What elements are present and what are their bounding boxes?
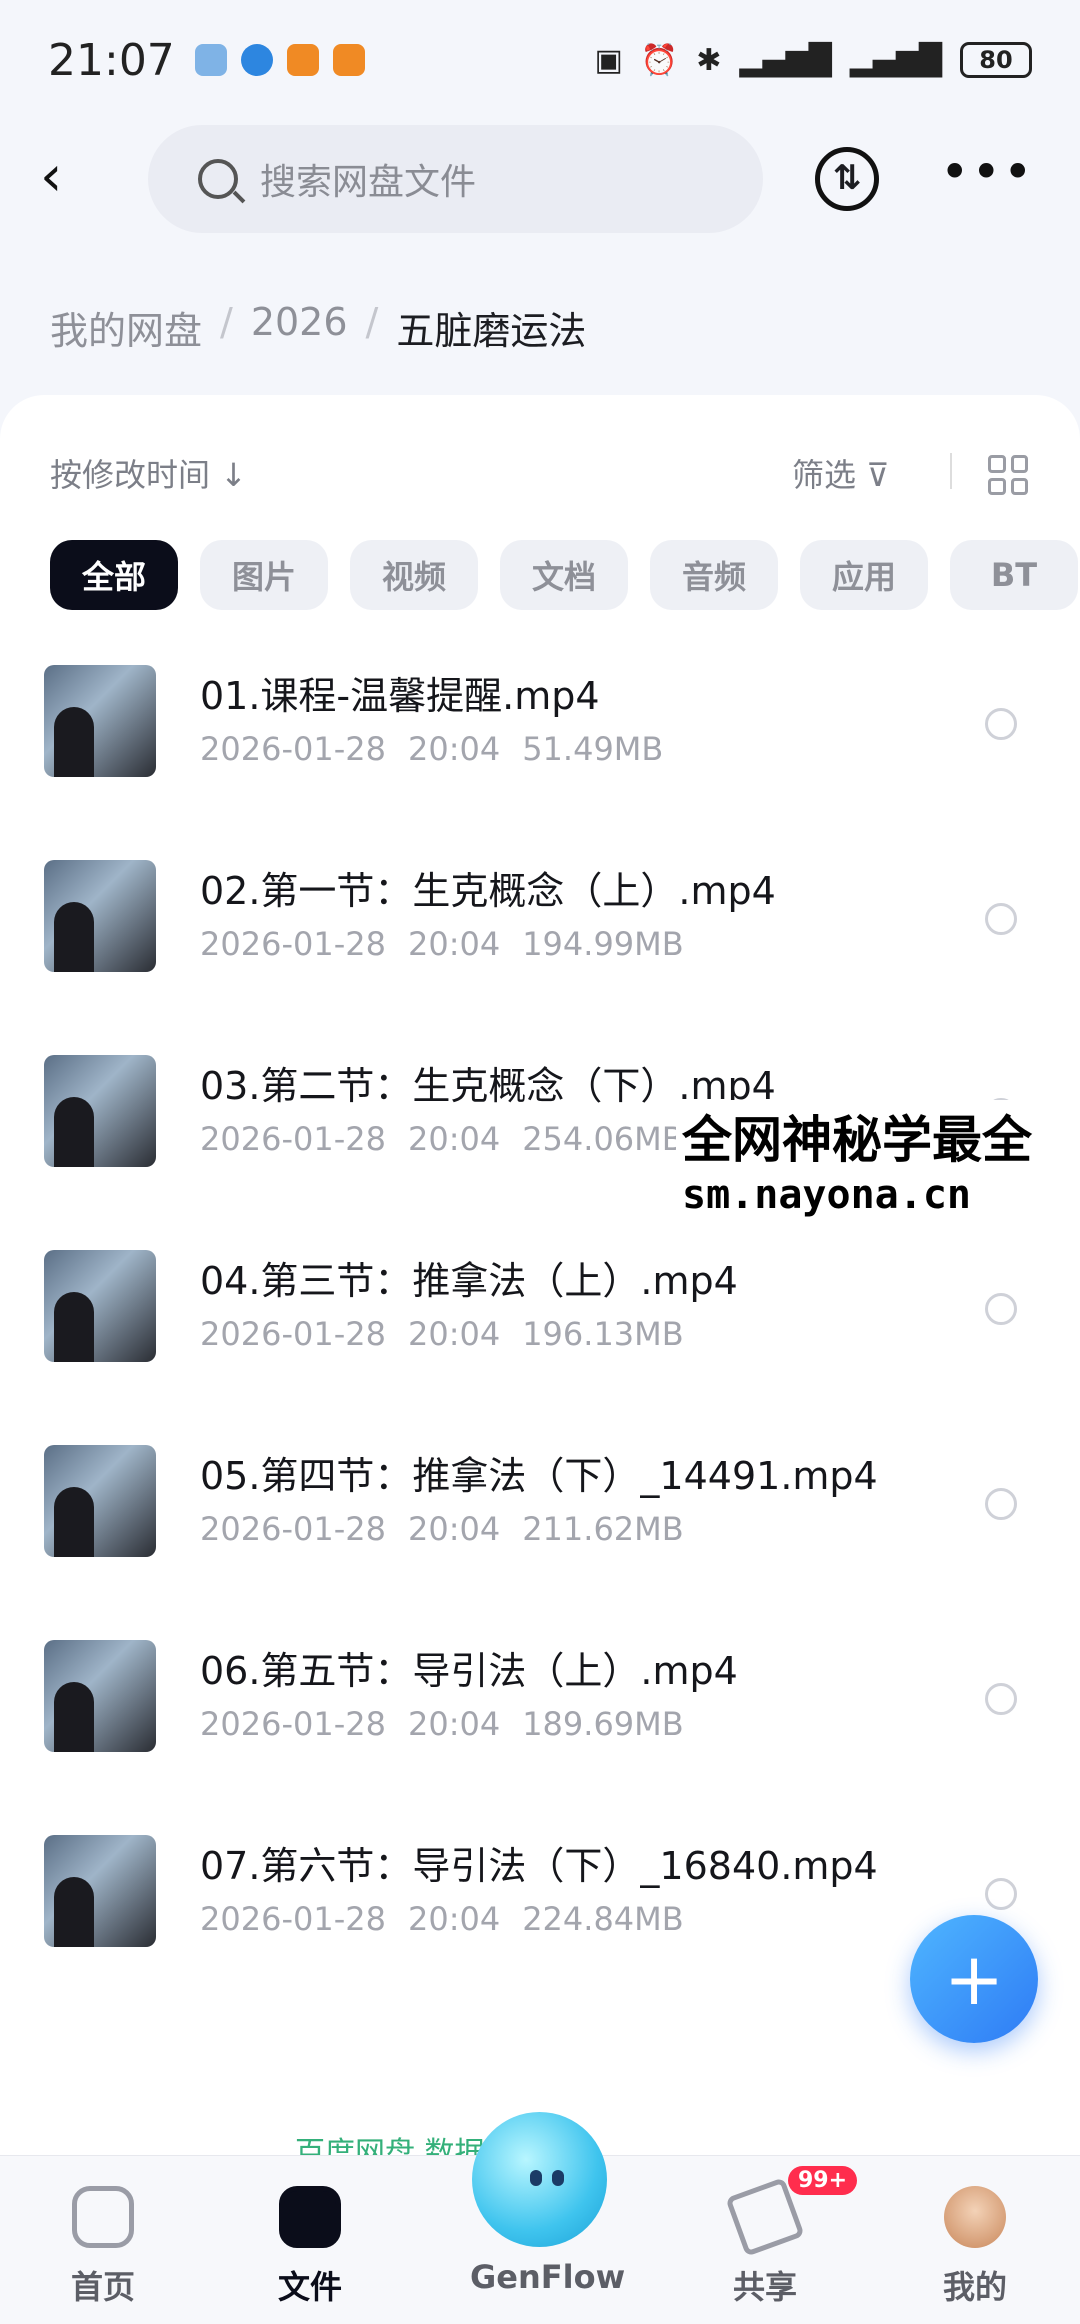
status-time: 21:07: [48, 34, 175, 86]
tab-label: 首页: [70, 2268, 135, 2306]
status-bar: 21:07 ▣ ⏰ ✱ ▂▄▆█ ▂▄▆█ 80: [0, 0, 1080, 120]
select-radio[interactable]: [985, 1488, 1017, 1520]
file-meta: 2026-01-28 20:04 224.84MB: [200, 1900, 684, 1938]
select-radio[interactable]: [985, 1293, 1017, 1325]
tab-share[interactable]: 共享: [690, 2177, 840, 2308]
app-notification-icon: [286, 44, 319, 76]
search-icon: [198, 159, 238, 199]
file-name: 05.第四节：推拿法（下）_14491.mp4: [200, 1454, 878, 1498]
chip-apps[interactable]: 应用: [800, 540, 928, 610]
filter-icon: ⊽: [866, 456, 890, 494]
file-meta: 2026-01-28 20:04 211.62MB: [200, 1510, 684, 1548]
battery-indicator: 80: [960, 42, 1032, 78]
share-badge: 99+: [788, 2166, 858, 2195]
file-row[interactable]: 04.第三节：推拿法（上）.mp4 2026-01-28 20:04 196.13M…: [0, 1245, 1080, 1440]
video-thumbnail: [44, 665, 156, 777]
breadcrumb-current: 五脏磨运法: [396, 309, 587, 353]
tab-files[interactable]: 文件: [235, 2186, 385, 2308]
video-thumbnail: [44, 1640, 156, 1752]
file-name: 04.第三节：推拿法（上）.mp4: [200, 1259, 738, 1303]
chip-images[interactable]: 图片: [200, 540, 328, 610]
signal-icon: ▂▄▆█: [739, 42, 832, 78]
watermark-overlay: 全网神秘学最全 sm.nayona.cn: [676, 1100, 1038, 1218]
file-name: 06.第五节：导引法（上）.mp4: [200, 1649, 738, 1693]
file-name: 01.课程-温馨提醒.mp4: [200, 674, 600, 718]
genflow-icon[interactable]: [472, 2112, 607, 2247]
app-notification-icon: [194, 44, 227, 76]
file-panel: 按修改时间 ↓ 筛选 ⊽ 全部 图片 视频 文档 音频 应用 BT 01.课程-…: [0, 395, 1080, 2155]
system-status: ▣ ⏰ ✱ ▂▄▆█ ▂▄▆█ 80: [595, 42, 1032, 78]
tab-label: 我的: [942, 2268, 1007, 2306]
watermark-line2: sm.nayona.cn: [682, 1172, 971, 1218]
grid-view-icon[interactable]: [988, 455, 1028, 495]
chip-videos[interactable]: 视频: [350, 540, 478, 610]
more-menu-icon[interactable]: •••: [940, 143, 1034, 201]
signal-icon: ▂▄▆█: [849, 42, 942, 78]
select-radio[interactable]: [985, 708, 1017, 740]
chip-bt[interactable]: BT: [950, 540, 1078, 610]
file-name: 02.第一节：生克概念（上）.mp4: [200, 869, 776, 913]
category-chips: 全部 图片 视频 文档 音频 应用 BT: [50, 540, 1080, 610]
select-radio[interactable]: [985, 903, 1017, 935]
bluetooth-icon: ✱: [696, 42, 722, 78]
chip-audio[interactable]: 音频: [650, 540, 778, 610]
divider: [950, 453, 952, 489]
select-radio[interactable]: [985, 1683, 1017, 1715]
breadcrumb-item[interactable]: 我的网盘: [50, 300, 202, 355]
avatar: [944, 2186, 1006, 2248]
back-button[interactable]: ‹: [40, 147, 100, 207]
watermark-line1: 全网神秘学最全: [682, 1111, 1032, 1169]
breadcrumb: 我的网盘 / 2026 / 五脏磨运法: [50, 300, 586, 355]
file-row[interactable]: 06.第五节：导引法（上）.mp4 2026-01-28 20:04 189.69M…: [0, 1635, 1080, 1830]
app-notification-icon: [240, 44, 273, 76]
tab-me[interactable]: 我的: [900, 2186, 1050, 2308]
breadcrumb-separator: /: [220, 300, 233, 344]
file-row[interactable]: 05.第四节：推拿法（下）_14491.mp4 2026-01-28 20:04 2…: [0, 1440, 1080, 1635]
tab-label: 文件: [277, 2268, 342, 2306]
notification-icons: [194, 44, 365, 76]
file-row[interactable]: 01.课程-温馨提醒.mp4 2026-01-28 20:04 51.49MB: [0, 660, 1080, 855]
chip-documents[interactable]: 文档: [500, 540, 628, 610]
app-notification-icon: [332, 44, 365, 76]
search-placeholder: 搜索网盘文件: [260, 162, 477, 203]
tab-label: 共享: [732, 2268, 797, 2306]
file-row[interactable]: 02.第一节：生克概念（上）.mp4 2026-01-28 20:04 194.99…: [0, 855, 1080, 1050]
file-meta: 2026-01-28 20:04 189.69MB: [200, 1705, 684, 1743]
video-thumbnail: [44, 1835, 156, 1947]
tab-genflow-label[interactable]: GenFlow: [470, 2258, 625, 2296]
filter-button[interactable]: 筛选 ⊽: [792, 450, 890, 496]
file-name: 07.第六节：导引法（下）_16840.mp4: [200, 1844, 878, 1888]
filter-label: 筛选: [792, 456, 857, 494]
file-meta: 2026-01-28 20:04 254.06MB: [200, 1120, 684, 1158]
select-radio[interactable]: [985, 1878, 1017, 1910]
chip-all[interactable]: 全部: [50, 540, 178, 610]
tab-home[interactable]: 首页: [28, 2186, 178, 2308]
home-icon: [72, 2186, 134, 2248]
video-thumbnail: [44, 1055, 156, 1167]
video-thumbnail: [44, 860, 156, 972]
folder-icon: [279, 2186, 341, 2248]
add-button[interactable]: +: [910, 1915, 1038, 2043]
video-thumbnail: [44, 1250, 156, 1362]
file-meta: 2026-01-28 20:04 194.99MB: [200, 925, 684, 963]
alarm-icon: ⏰: [640, 42, 679, 78]
top-bar: ‹ 搜索网盘文件 ⇅ •••: [0, 125, 1080, 235]
transfer-icon[interactable]: ⇅: [815, 147, 879, 211]
breadcrumb-item[interactable]: 2026: [251, 300, 348, 355]
search-input[interactable]: 搜索网盘文件: [148, 125, 763, 233]
breadcrumb-separator: /: [365, 300, 379, 344]
nfc-icon: ▣: [594, 42, 623, 78]
sort-button[interactable]: 按修改时间 ↓: [50, 450, 247, 496]
file-meta: 2026-01-28 20:04 196.13MB: [200, 1315, 684, 1353]
video-thumbnail: [44, 1445, 156, 1557]
file-meta: 2026-01-28 20:04 51.49MB: [200, 730, 664, 768]
file-list: 01.课程-温馨提醒.mp4 2026-01-28 20:04 51.49MB 02…: [0, 660, 1080, 2025]
